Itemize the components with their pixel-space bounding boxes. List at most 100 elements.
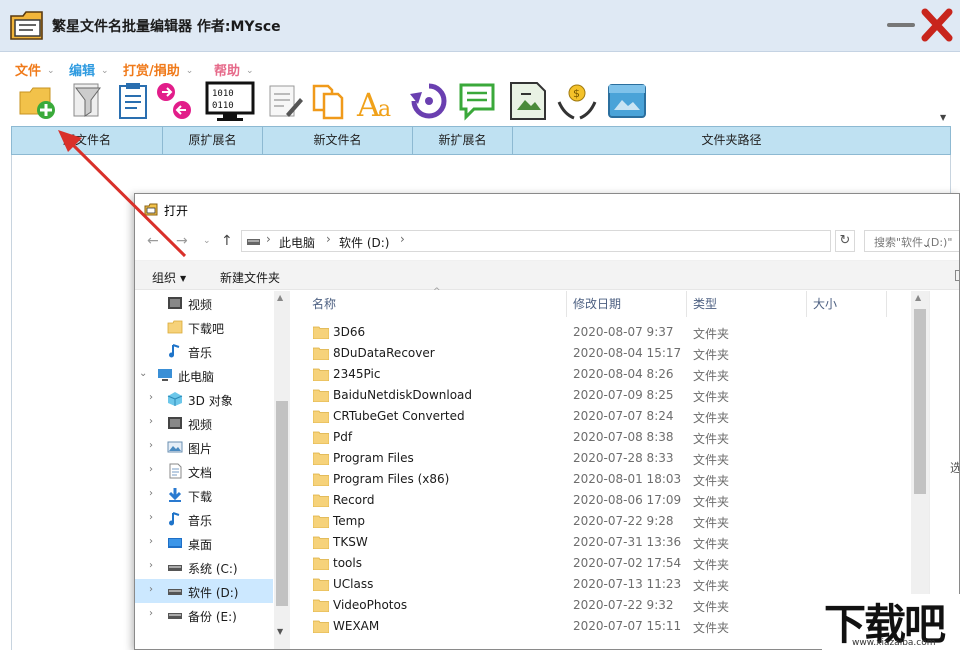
computer-icon bbox=[158, 369, 172, 381]
drive-icon bbox=[168, 565, 182, 571]
chevron-right-icon[interactable]: › bbox=[149, 488, 153, 499]
file-row[interactable]: TKSW 2020-07-31 13:36 文件夹 bbox=[293, 532, 909, 553]
header-date-modified[interactable]: 修改日期 bbox=[573, 291, 621, 317]
filter-funnel-icon[interactable] bbox=[66, 80, 108, 122]
chevron-right-icon[interactable]: › bbox=[149, 536, 153, 547]
comment-icon[interactable] bbox=[456, 80, 498, 122]
chevron-right-icon[interactable]: › bbox=[149, 392, 153, 403]
file-row[interactable]: VideoPhotos 2020-07-22 9:32 文件夹 bbox=[293, 595, 909, 616]
col-orig-name[interactable]: 原文件名 bbox=[12, 127, 163, 154]
menu-donate[interactable]: 打赏/捐助 ⌄ bbox=[123, 60, 193, 79]
nav-item-label: 系统 (C:) bbox=[188, 562, 238, 576]
title-bar: 繁星文件名批量编辑器 作者:MYsce bbox=[0, 0, 960, 52]
chevron-right-icon[interactable]: › bbox=[149, 416, 153, 427]
chevron-right-icon[interactable]: › bbox=[149, 560, 153, 571]
drive-icon bbox=[168, 613, 182, 619]
file-name: CRTubeGet Converted bbox=[333, 409, 465, 423]
undo-icon[interactable] bbox=[408, 80, 450, 122]
nav-item[interactable]: › 文档 bbox=[135, 459, 273, 483]
col-new-name[interactable]: 新文件名 bbox=[263, 127, 413, 154]
file-row[interactable]: Program Files (x86) 2020-08-01 18:03 文件夹 bbox=[293, 469, 909, 490]
up-arrow-icon[interactable]: ↑ bbox=[221, 233, 233, 249]
edit-document-icon[interactable] bbox=[264, 80, 306, 122]
nav-item[interactable]: › 系统 (C:) bbox=[135, 555, 273, 579]
nav-item[interactable]: › 桌面 bbox=[135, 531, 273, 555]
back-arrow-icon[interactable]: ← bbox=[147, 233, 159, 249]
folder-icon bbox=[313, 473, 329, 486]
documents-icon bbox=[169, 463, 182, 479]
search-input[interactable]: 搜索"软件 (D:)" bbox=[864, 230, 959, 252]
col-orig-ext[interactable]: 原扩展名 bbox=[163, 127, 263, 154]
nav-item[interactable]: 音乐 bbox=[135, 339, 273, 363]
menu-help[interactable]: 帮助 ⌄ bbox=[214, 60, 254, 79]
recent-locations-chevron-icon[interactable]: ⌄ bbox=[203, 236, 211, 246]
file-row[interactable]: Temp 2020-07-22 9:28 文件夹 bbox=[293, 511, 909, 532]
header-name[interactable]: 名称 bbox=[312, 291, 336, 317]
nav-item[interactable]: › 下载 bbox=[135, 483, 273, 507]
chevron-right-icon[interactable]: › bbox=[149, 584, 153, 595]
file-row[interactable]: UClass 2020-07-13 11:23 文件夹 bbox=[293, 574, 909, 595]
rename-image-icon[interactable] bbox=[507, 80, 549, 122]
chevron-right-icon[interactable]: › bbox=[149, 464, 153, 475]
nav-item[interactable]: › 图片 bbox=[135, 435, 273, 459]
dialog-nav-bar: ← → ⌄ ↑ › 此电脑 › 软件 (D:) › ⌄ ↻ 搜索"软件 (D:)… bbox=[135, 224, 959, 258]
col-new-ext[interactable]: 新扩展名 bbox=[413, 127, 513, 154]
file-row[interactable]: 2345Pic 2020-08-04 8:26 文件夹 bbox=[293, 364, 909, 385]
file-row[interactable]: Pdf 2020-07-08 8:38 文件夹 bbox=[293, 427, 909, 448]
file-type: 文件夹 bbox=[693, 390, 730, 404]
preview-pane-toggle-icon[interactable] bbox=[955, 270, 959, 281]
window-screenshot-icon[interactable] bbox=[606, 80, 648, 122]
forward-arrow-icon[interactable]: → bbox=[176, 233, 188, 249]
header-size[interactable]: 大小 bbox=[813, 291, 837, 317]
nav-scrollbar[interactable]: ▲ ▼ bbox=[274, 291, 290, 649]
add-folder-icon[interactable] bbox=[16, 80, 58, 122]
donate-hands-icon[interactable]: $ bbox=[556, 80, 598, 122]
copy-files-icon[interactable] bbox=[308, 80, 350, 122]
menu-file[interactable]: 文件 ⌄ bbox=[15, 60, 55, 79]
file-row[interactable]: tools 2020-07-02 17:54 文件夹 bbox=[293, 553, 909, 574]
nav-item-label: 下载吧 bbox=[188, 322, 225, 336]
drive-icon bbox=[247, 239, 260, 245]
nav-item[interactable]: › 视频 bbox=[135, 411, 273, 435]
nav-item[interactable]: 下载吧 bbox=[135, 315, 273, 339]
nav-scroll-thumb[interactable] bbox=[276, 401, 288, 606]
move-arrows-icon[interactable] bbox=[154, 80, 196, 122]
dialog-command-bar: 组织 ▼ 新建文件夹 bbox=[135, 260, 959, 290]
nav-item[interactable]: › 软件 (D:) bbox=[135, 579, 273, 603]
chevron-right-icon[interactable]: › bbox=[149, 440, 153, 451]
nav-item[interactable]: 视频 bbox=[135, 291, 273, 315]
file-row[interactable]: Program Files 2020-07-28 8:33 文件夹 bbox=[293, 448, 909, 469]
address-bar[interactable]: › 此电脑 › 软件 (D:) › ⌄ bbox=[241, 230, 930, 252]
file-row[interactable]: WEXAM 2020-07-07 15:11 文件夹 bbox=[293, 616, 909, 637]
file-row[interactable]: 8DuDataRecover 2020-08-04 15:17 文件夹 bbox=[293, 343, 909, 364]
menu-edit[interactable]: 编辑 ⌄ bbox=[69, 60, 109, 79]
file-row[interactable]: BaiduNetdiskDownload 2020-07-09 8:25 文件夹 bbox=[293, 385, 909, 406]
col-folder-path[interactable]: 文件夹路径 bbox=[513, 127, 950, 154]
binary-monitor-icon[interactable]: 1010 0110 bbox=[205, 80, 255, 122]
nav-item[interactable]: › 音乐 bbox=[135, 507, 273, 531]
minimize-button[interactable] bbox=[884, 12, 918, 38]
chevron-down-icon[interactable]: ⌄ bbox=[139, 368, 147, 379]
file-row[interactable]: 3D66 2020-08-07 9:37 文件夹 bbox=[293, 322, 909, 343]
chevron-right-icon[interactable]: › bbox=[149, 512, 153, 523]
new-folder-button[interactable]: 新建文件夹 bbox=[220, 269, 280, 286]
nav-item[interactable]: › 3D 对象 bbox=[135, 387, 273, 411]
clipboard-icon[interactable] bbox=[113, 80, 155, 122]
file-row[interactable]: CRTubeGet Converted 2020-07-07 8:24 文件夹 bbox=[293, 406, 909, 427]
refresh-icon[interactable]: ↻ bbox=[835, 230, 855, 252]
file-row[interactable]: Record 2020-08-06 17:09 文件夹 bbox=[293, 490, 909, 511]
toolbar-overflow-button[interactable]: ▼ bbox=[940, 113, 946, 122]
header-type[interactable]: 类型 bbox=[693, 291, 717, 317]
file-scroll-thumb[interactable] bbox=[914, 309, 926, 494]
download-icon bbox=[168, 488, 182, 502]
nav-item[interactable]: › 备份 (E:) bbox=[135, 603, 273, 627]
chevron-right-icon[interactable]: › bbox=[149, 608, 153, 619]
breadcrumb-drive-d[interactable]: 软件 (D:) bbox=[339, 234, 389, 251]
organize-button[interactable]: 组织 ▼ bbox=[152, 269, 186, 286]
file-date: 2020-07-08 8:38 bbox=[573, 430, 674, 444]
breadcrumb-this-pc[interactable]: 此电脑 bbox=[279, 234, 315, 251]
toolbar: 1010 0110 A a $ ▼ bbox=[0, 80, 960, 124]
close-button[interactable] bbox=[919, 6, 955, 44]
font-case-icon[interactable]: A a bbox=[356, 80, 398, 122]
nav-item[interactable]: ⌄ 此电脑 bbox=[135, 363, 273, 387]
